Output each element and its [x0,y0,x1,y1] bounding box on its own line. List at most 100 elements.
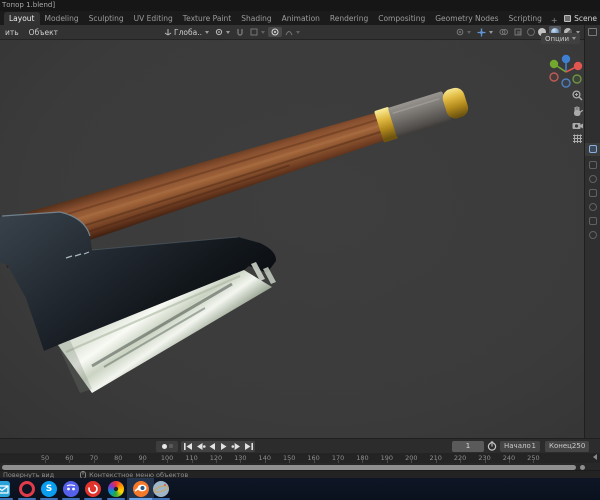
workspace-tab-bar: Layout Modeling Sculpting UV Editing Texture… [0,11,600,25]
mail-app-icon[interactable] [0,481,10,497]
snap-target-dropdown[interactable] [247,27,268,37]
timeline-scrollbar[interactable] [2,464,576,470]
blender-active-tile[interactable] [127,478,154,500]
falloff-dropdown[interactable] [282,27,303,37]
properties-tab-render[interactable] [589,161,597,169]
gizmo-z-neg[interactable] [561,78,571,88]
add-workspace-button[interactable]: + [547,16,562,25]
frame-end-value: 250 [571,442,586,450]
magnet-icon [237,28,243,36]
zoom-icon[interactable] [571,89,584,102]
title-bar: Топор 1.blend] [0,0,600,11]
tab-modeling[interactable]: Modeling [40,12,84,25]
blender-window: Топор 1.blend] Layout Modeling Sculpting UV… [0,0,600,500]
timeline-header: 1 Начало 1 Конец 250 [0,439,600,453]
pan-hand-icon[interactable] [571,105,584,118]
timeline-ruler[interactable]: 50 60 70 80 90 100 110 120 130 140 150 160 170 180 190… [0,453,600,463]
overlays-dropdown[interactable] [496,27,511,37]
scene-selector[interactable]: Scene [564,12,597,24]
timeline-editor: 1 Начало 1 Конец 250 50 60 70 80 90 100 110 120… [0,438,600,471]
auto-key-group[interactable] [156,440,178,452]
chevron-down-icon [225,30,230,34]
orientation-dropdown[interactable]: Глоба.. [161,27,212,38]
pivot-dropdown[interactable] [212,27,233,37]
xray-toggle[interactable] [511,27,525,37]
red-app-icon[interactable] [85,481,101,497]
object-visibility-dropdown[interactable] [453,27,474,37]
properties-panel-sliver [584,25,600,438]
collapse-arrow-icon[interactable] [593,454,597,460]
tab-shading[interactable]: Shading [236,12,276,25]
tab-scripting[interactable]: Scripting [504,12,547,25]
jump-to-start-button[interactable] [182,441,194,452]
color-wheel-app-icon[interactable] [108,481,124,497]
gizmo-z-axis[interactable] [561,54,571,64]
snap-toggle[interactable] [233,27,247,38]
jump-to-end-button[interactable] [242,441,254,452]
tab-texture-paint[interactable]: Texture Paint [178,12,236,25]
proportional-edit-toggle[interactable] [267,27,282,37]
chevron-down-icon [295,30,300,34]
camera-view-icon[interactable] [571,119,584,132]
frame-start-field[interactable]: Начало 1 [500,440,540,452]
shading-wireframe-button[interactable] [527,28,535,36]
tab-layout[interactable]: Layout [4,12,40,25]
skype-app-icon[interactable]: S [41,481,57,497]
chevron-down-icon [204,30,209,34]
viewport-3d[interactable]: Опции [0,33,584,438]
options-dropdown[interactable]: Опции [541,33,580,44]
gizmos-dropdown[interactable] [474,27,496,38]
gizmo-y-axis[interactable] [549,59,559,69]
play-reverse-button[interactable] [206,441,218,452]
chevron-down-icon [572,37,576,40]
pivot-icon [215,28,223,36]
next-keyframe-button[interactable] [230,441,242,452]
properties-tab-object[interactable] [589,217,597,225]
chevron-down-icon [260,30,265,34]
properties-tab-scene[interactable] [589,189,597,197]
menu-add-cut[interactable]: ить [0,28,24,37]
planet-app-icon[interactable] [153,481,169,497]
scene-icon [564,14,572,22]
gizmo-x-axis[interactable] [573,61,583,71]
xray-icon [514,28,522,36]
properties-tab-world[interactable] [589,203,597,211]
window-title: Топор 1.blend] [2,1,56,9]
tab-geometry-nodes[interactable]: Geometry Nodes [430,12,503,25]
editor-type-icon[interactable] [588,28,597,36]
menu-object[interactable]: Объект [24,28,63,37]
tab-animation[interactable]: Animation [277,12,325,25]
scene-label: Scene [574,13,597,23]
frame-start-label: Начало [504,442,531,450]
gizmo-y-neg[interactable] [572,74,582,84]
orientation-label: Глоба.. [174,27,202,37]
play-button[interactable] [218,441,230,452]
ortho-grid-icon[interactable] [571,133,584,146]
opera-app-icon[interactable] [19,481,35,497]
record-icon [161,443,167,449]
properties-tab-output[interactable] [589,175,597,183]
frame-end-label: Конец [549,442,572,450]
frame-end-field[interactable]: Конец 250 [545,440,589,452]
axe-model [0,87,469,393]
tab-uv-editing[interactable]: UV Editing [129,12,178,25]
keying-set-icon [168,444,173,448]
discord-app-icon[interactable] [63,481,79,497]
proportional-edit-icon [271,28,279,36]
gizmo-x-neg[interactable] [549,72,559,82]
falloff-icon [285,31,293,36]
stopwatch-icon[interactable] [487,441,497,451]
prev-keyframe-button[interactable] [194,441,206,452]
blender-app-icon[interactable] [132,481,149,497]
tab-compositing[interactable]: Compositing [373,12,430,25]
orientation-axes-icon [164,29,172,36]
windows-taskbar: S [0,478,600,500]
tab-rendering[interactable]: Rendering [325,12,373,25]
properties-tab-tool[interactable] [589,145,597,153]
tab-sculpting[interactable]: Sculpting [84,12,129,25]
status-bar: Повернуть вид Контекстное меню объектов [0,470,600,479]
properties-tab-material[interactable] [589,231,597,239]
options-label: Опции [545,34,569,43]
current-frame-field[interactable]: 1 [452,440,484,452]
viewport-header: ить Объект Глоба.. [0,25,584,40]
